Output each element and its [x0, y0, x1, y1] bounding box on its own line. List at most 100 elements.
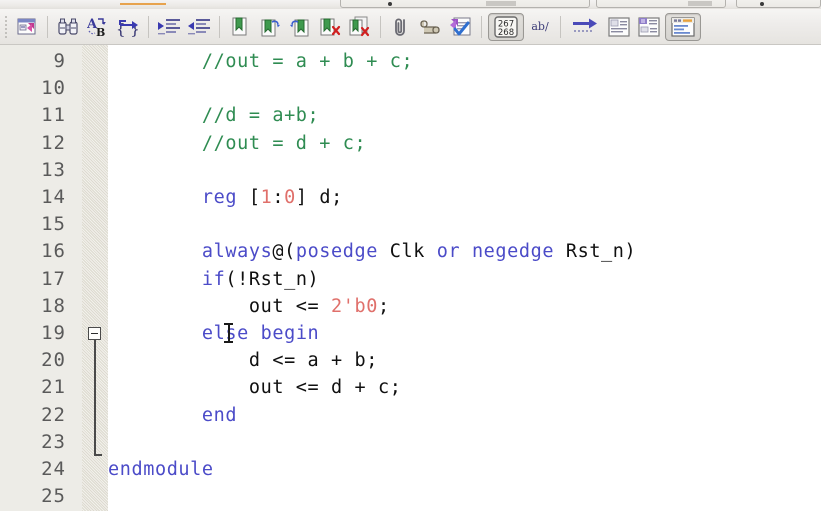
- replace-a-b-icon: A B: [87, 17, 106, 37]
- line-content[interactable]: //out = a + b + c;: [108, 48, 413, 75]
- code-line[interactable]: 17 if(!Rst_n): [0, 266, 821, 293]
- fold-guide-foot: [93, 453, 102, 456]
- code-editor[interactable]: 9 //out = a + b + c; 10 11 //d = a+b; 12 //…: [0, 45, 821, 511]
- line-number: 18: [41, 294, 66, 317]
- line-content[interactable]: out <= d + c;: [108, 374, 401, 401]
- code-line[interactable]: 13: [0, 157, 821, 184]
- toolbar-separator-1: [47, 15, 48, 38]
- code-line[interactable]: 14 reg [1:0] d;: [0, 184, 821, 211]
- chrome-panel-left: [340, 0, 590, 8]
- preview-pane-icon: [671, 16, 695, 37]
- ibeam-stem: [228, 324, 230, 342]
- code-token: out <= d + c;: [248, 377, 402, 399]
- line-numbers-bottom-text: 268: [498, 28, 514, 38]
- line-content[interactable]: //out = d + c;: [108, 130, 366, 157]
- attach-button[interactable]: [387, 13, 415, 41]
- code-line[interactable]: 22 end: [0, 402, 821, 429]
- code-token: negedge: [471, 241, 555, 263]
- line-numbers-button[interactable]: 267 268: [488, 12, 524, 41]
- macro-button[interactable]: [417, 13, 445, 41]
- code-line[interactable]: 16 always@(posedge Clk or negedge Rst_n): [0, 238, 821, 265]
- increase-indent-icon: [158, 18, 180, 34]
- code-token: Clk: [378, 241, 437, 263]
- increase-indent-button[interactable]: [155, 13, 183, 41]
- chrome-dot-one: [388, 2, 392, 6]
- decrease-indent-button[interactable]: [185, 13, 213, 41]
- find-button[interactable]: [54, 13, 82, 41]
- line-content[interactable]: out <= 2'b0;: [108, 293, 390, 320]
- line-content[interactable]: reg [1:0] d;: [108, 184, 343, 211]
- goto-line-button[interactable]: { }: [114, 13, 142, 41]
- line-number: 20: [41, 349, 66, 372]
- line-content[interactable]: endmodule: [108, 456, 214, 483]
- line-content[interactable]: else begin: [108, 320, 319, 347]
- toolbar-separator-3: [219, 15, 220, 38]
- code-line[interactable]: 24 endmodule: [0, 456, 821, 483]
- document-map-button[interactable]: [635, 13, 663, 41]
- toolbar: A B { } 267 268 ab/: [0, 9, 821, 45]
- chrome-grey-bar: [486, 1, 516, 6]
- find-in-files-button[interactable]: [13, 13, 41, 41]
- paperclip-icon: [395, 18, 405, 36]
- line-content[interactable]: always@(posedge Clk or negedge Rst_n): [108, 238, 636, 265]
- spell-check-button[interactable]: [447, 13, 475, 41]
- code-line[interactable]: 15: [0, 211, 821, 238]
- code-line[interactable]: 19 else begin: [0, 320, 821, 347]
- bookmark-previous-button[interactable]: [286, 13, 314, 41]
- line-number: 16: [41, 240, 66, 263]
- document-pane-button[interactable]: [605, 13, 633, 41]
- code-token: begin: [260, 323, 320, 344]
- toolbar-drag-handle[interactable]: [2, 14, 10, 40]
- code-token: out <=: [248, 295, 332, 317]
- code-token: posedge: [295, 241, 378, 263]
- bookmark-clear-button[interactable]: [316, 13, 344, 41]
- jump-to-button[interactable]: [567, 13, 603, 41]
- code-token: d <= a + b;: [248, 350, 378, 372]
- code-line[interactable]: 18 out <= 2'b0;: [0, 293, 821, 320]
- toolbar-separator-6: [560, 15, 561, 38]
- line-number: 22: [41, 403, 66, 426]
- window-chrome-sliver: [0, 0, 821, 9]
- scroll-icon: [420, 19, 440, 34]
- code-line[interactable]: 10: [0, 75, 821, 102]
- fold-guide-line: [93, 340, 96, 454]
- line-number: 25: [41, 485, 66, 508]
- code-line[interactable]: 12 //out = d + c;: [0, 130, 821, 157]
- code-line[interactable]: 25: [0, 483, 821, 510]
- bookmark-toggle-button[interactable]: [226, 13, 254, 41]
- code-token: or: [436, 241, 461, 263]
- word-wrap-button[interactable]: ab/: [526, 13, 554, 41]
- line-content[interactable]: //d = a+b;: [108, 102, 319, 129]
- line-content[interactable]: d <= a + b;: [108, 347, 378, 374]
- chrome-grey-bar-two: [688, 1, 712, 6]
- code-token: endmodule: [108, 459, 214, 480]
- code-line[interactable]: 9 //out = a + b + c;: [0, 48, 821, 75]
- code-token: end: [201, 404, 238, 426]
- line-content[interactable]: end: [108, 402, 237, 429]
- line-number: 12: [41, 131, 66, 154]
- bookmark-clear-all-button[interactable]: [346, 13, 374, 41]
- document-map-icon: [638, 16, 660, 37]
- chrome-panel-right: [736, 0, 821, 8]
- code-line[interactable]: 23: [0, 429, 821, 456]
- code-line[interactable]: 11 //d = a+b;: [0, 102, 821, 129]
- code-line[interactable]: 20 d <= a + b;: [0, 347, 821, 374]
- replace-button[interactable]: A B: [84, 13, 112, 41]
- decrease-indent-icon: [188, 18, 210, 34]
- bookmark-next-button[interactable]: [256, 13, 284, 41]
- bookmark-delete-all-icon: [349, 16, 370, 36]
- line-content[interactable]: if(!Rst_n): [108, 266, 319, 293]
- code-token: 2'b0: [331, 295, 378, 317]
- fold-collapse-box[interactable]: [88, 327, 101, 340]
- code-line[interactable]: 21 out <= d + c;: [0, 374, 821, 401]
- preview-pane-button[interactable]: [665, 12, 701, 41]
- code-token: :: [272, 187, 285, 208]
